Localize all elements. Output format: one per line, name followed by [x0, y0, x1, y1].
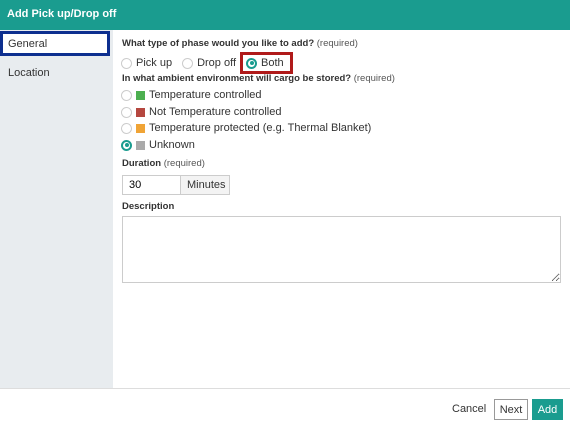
phase-option-label: Both — [261, 57, 284, 69]
environment-option-protected[interactable]: Temperature protected (e.g. Thermal Blan… — [121, 122, 371, 134]
environment-option-label: Not Temperature controlled — [149, 106, 282, 118]
environment-question: In what ambient environment will cargo b… — [122, 73, 395, 84]
radio-icon[interactable] — [121, 122, 132, 134]
phase-question-text: What type of phase would you like to add… — [122, 38, 315, 49]
duration-label-text: Duration — [122, 158, 162, 169]
form-panel: What type of phase would you like to add… — [113, 30, 570, 388]
duration-label: Duration (required) — [122, 158, 205, 169]
description-label: Description — [122, 201, 175, 212]
environment-option-label: Temperature protected (e.g. Thermal Blan… — [149, 122, 372, 134]
sidebar: General Location — [0, 30, 113, 388]
duration-input[interactable] — [122, 175, 181, 195]
add-button[interactable]: Add — [532, 399, 563, 420]
phase-question: What type of phase would you like to add… — [122, 38, 358, 49]
duration-required: (required) — [163, 158, 205, 169]
sidebar-item-location[interactable]: Location — [0, 60, 113, 86]
radio-selected-icon[interactable] — [246, 57, 258, 69]
environment-option-not-controlled[interactable]: Not Temperature controlled — [121, 106, 281, 118]
environment-option-label: Temperature controlled — [149, 89, 262, 101]
environment-question-text: In what ambient environment will cargo b… — [122, 73, 352, 84]
sidebar-item-general[interactable]: General — [0, 31, 110, 56]
cancel-button[interactable]: Cancel — [452, 403, 486, 415]
phase-option-both[interactable]: Both — [240, 52, 293, 74]
dialog-footer: Cancel Next Add — [0, 388, 570, 428]
duration-unit: Minutes — [181, 175, 230, 195]
phase-option-label: Pick up — [136, 57, 173, 69]
radio-icon[interactable] — [121, 106, 132, 118]
green-square-icon — [136, 90, 145, 100]
phase-required: (required) — [316, 38, 358, 49]
next-button[interactable]: Next — [494, 399, 528, 420]
dialog-title: Add Pick up/Drop off — [0, 0, 570, 30]
radio-selected-icon[interactable] — [121, 139, 132, 151]
radio-icon[interactable] — [121, 89, 132, 101]
phase-options: Pick up Drop off Both — [121, 52, 303, 74]
orange-square-icon — [136, 123, 145, 133]
phase-option-pickup[interactable]: Pick up — [121, 57, 172, 69]
phase-option-label: Drop off — [197, 57, 237, 69]
description-textarea[interactable] — [122, 216, 561, 283]
environment-option-unknown[interactable]: Unknown — [121, 139, 195, 151]
environment-option-controlled[interactable]: Temperature controlled — [121, 89, 262, 101]
radio-icon[interactable] — [182, 57, 194, 69]
gray-square-icon — [136, 140, 145, 150]
radio-icon[interactable] — [121, 57, 132, 69]
red-square-icon — [136, 107, 145, 117]
phase-option-dropoff[interactable]: Drop off — [182, 57, 236, 69]
environment-required: (required) — [353, 73, 395, 84]
environment-option-label: Unknown — [149, 139, 195, 151]
